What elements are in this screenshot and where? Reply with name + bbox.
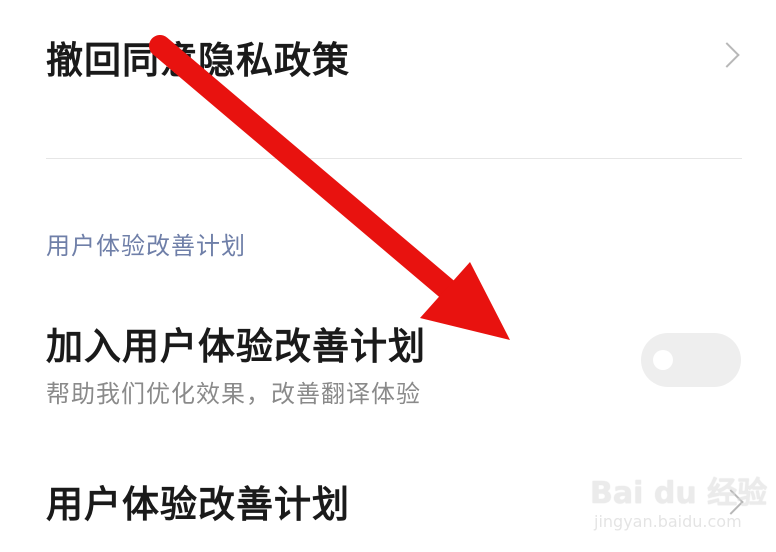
toggle-knob: [653, 350, 673, 370]
withdraw-privacy-row[interactable]: 撤回同意隐私政策: [46, 30, 744, 90]
watermark-logo-text: Bai du 经验: [590, 476, 768, 511]
join-program-toggle[interactable]: [641, 333, 741, 387]
join-program-row: 加入用户体验改善计划 帮助我们优化效果，改善翻译体验: [46, 316, 744, 408]
watermark-url: jingyan.baidu.com: [594, 512, 742, 531]
join-program-subtitle: 帮助我们优化效果，改善翻译体验: [46, 380, 421, 408]
settings-screen: 撤回同意隐私政策 用户体验改善计划 加入用户体验改善计划 帮助我们优化效果，改善…: [0, 0, 776, 552]
section-header: 用户体验改善计划: [46, 232, 246, 260]
section-divider: [46, 158, 742, 159]
withdraw-privacy-title: 撤回同意隐私政策: [46, 39, 350, 82]
watermark-logo: Bai du 经验 jingyan.baidu.com: [590, 468, 768, 544]
join-program-title: 加入用户体验改善计划: [46, 325, 426, 368]
